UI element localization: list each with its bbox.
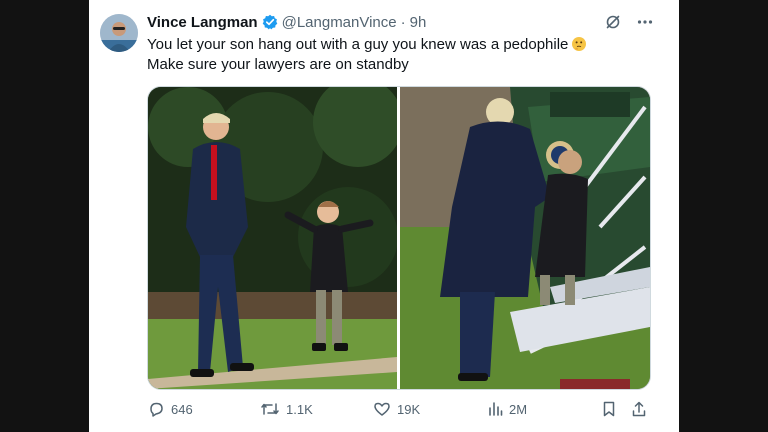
timestamp[interactable]: 9h	[410, 14, 427, 31]
reply-icon	[150, 402, 163, 417]
tweet-card[interactable]: Vince Langman @LangmanVince · 9h You let…	[89, 0, 679, 432]
repost-count: 1.1K	[286, 401, 313, 417]
tweet-text-line-1: You let your son hang out with a guy you…	[147, 36, 587, 53]
user-handle[interactable]: @LangmanVince	[282, 14, 397, 31]
grok-icon[interactable]	[605, 14, 621, 30]
reply-count: 646	[171, 401, 193, 417]
bookmark-button[interactable]	[601, 398, 617, 420]
like-button[interactable]: 19K	[373, 398, 420, 420]
separator-dot: ·	[400, 13, 406, 31]
tweet-text: You let your son hang out with a guy you…	[147, 36, 569, 53]
more-icon[interactable]	[637, 14, 653, 30]
media-grid[interactable]	[147, 86, 651, 390]
views-chart-icon	[489, 402, 503, 416]
verified-badge-icon	[262, 14, 278, 30]
thinking-face-icon	[572, 37, 587, 51]
action-bar: 646 1.1K 19K 2M	[147, 398, 657, 422]
heart-icon	[374, 402, 390, 416]
repost-button[interactable]: 1.1K	[260, 398, 313, 420]
tweet-text-line-2: Make sure your lawyers are on standby	[147, 56, 409, 73]
repost-icon	[261, 403, 279, 415]
photo-right[interactable]	[400, 87, 650, 389]
display-name[interactable]: Vince Langman	[147, 14, 258, 31]
share-button[interactable]	[631, 398, 647, 420]
share-icon	[632, 401, 646, 417]
like-count: 19K	[397, 401, 421, 417]
avatar[interactable]	[100, 14, 138, 52]
bookmark-icon	[603, 401, 615, 417]
photo-left[interactable]	[148, 87, 397, 389]
avatar-image	[100, 14, 138, 52]
reply-button[interactable]: 646	[147, 398, 193, 420]
view-count: 2M	[509, 401, 528, 417]
views-button[interactable]: 2M	[487, 398, 527, 420]
